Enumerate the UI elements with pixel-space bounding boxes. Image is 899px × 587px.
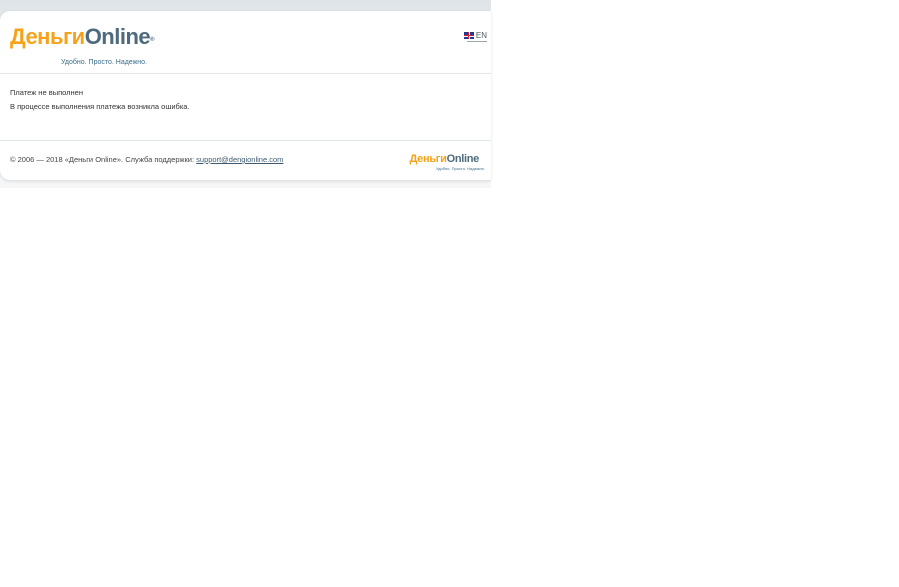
registered-mark: ®: [150, 37, 155, 43]
footer-logo-tagline: Удобно. Просто. Надежно.: [435, 166, 485, 171]
error-title: Платеж не выполнен: [10, 88, 83, 97]
logo-part-2: Online: [84, 24, 151, 49]
logo-tagline: Удобно. Просто. Надежно.: [61, 59, 147, 66]
language-label: EN: [475, 31, 487, 40]
page-viewport: ДеньгиOnline® Удобно. Просто. Надежно. E…: [0, 0, 899, 587]
footer-logo[interactable]: ДеньгиOnline: [409, 153, 480, 165]
support-email-link[interactable]: support@dengionline.com: [196, 155, 283, 164]
footer-logo-part-2: Online: [446, 153, 480, 165]
language-underline: [467, 41, 487, 42]
error-description: В процессе выполнения платежа возникла о…: [10, 102, 190, 111]
header: ДеньгиOnline® Удобно. Просто. Надежно. E…: [0, 11, 491, 74]
message-area: Платеж не выполнен В процессе выполнения…: [0, 74, 491, 141]
copyright: © 2006 — 2018 «Деньги Online». Служба по…: [10, 155, 283, 164]
copyright-text: © 2006 — 2018 «Деньги Online». Служба по…: [10, 155, 197, 164]
footer-logo-part-1: Деньги: [409, 153, 447, 165]
uk-flag-icon: [463, 32, 474, 39]
language-switch[interactable]: EN: [463, 31, 487, 40]
footer: © 2006 — 2018 «Деньги Online». Служба по…: [0, 141, 491, 180]
logo-part-1: Деньги: [10, 24, 85, 49]
payment-status-card: ДеньгиOnline® Удобно. Просто. Надежно. E…: [0, 11, 491, 180]
dengionline-logo[interactable]: ДеньгиOnline®: [10, 24, 155, 49]
